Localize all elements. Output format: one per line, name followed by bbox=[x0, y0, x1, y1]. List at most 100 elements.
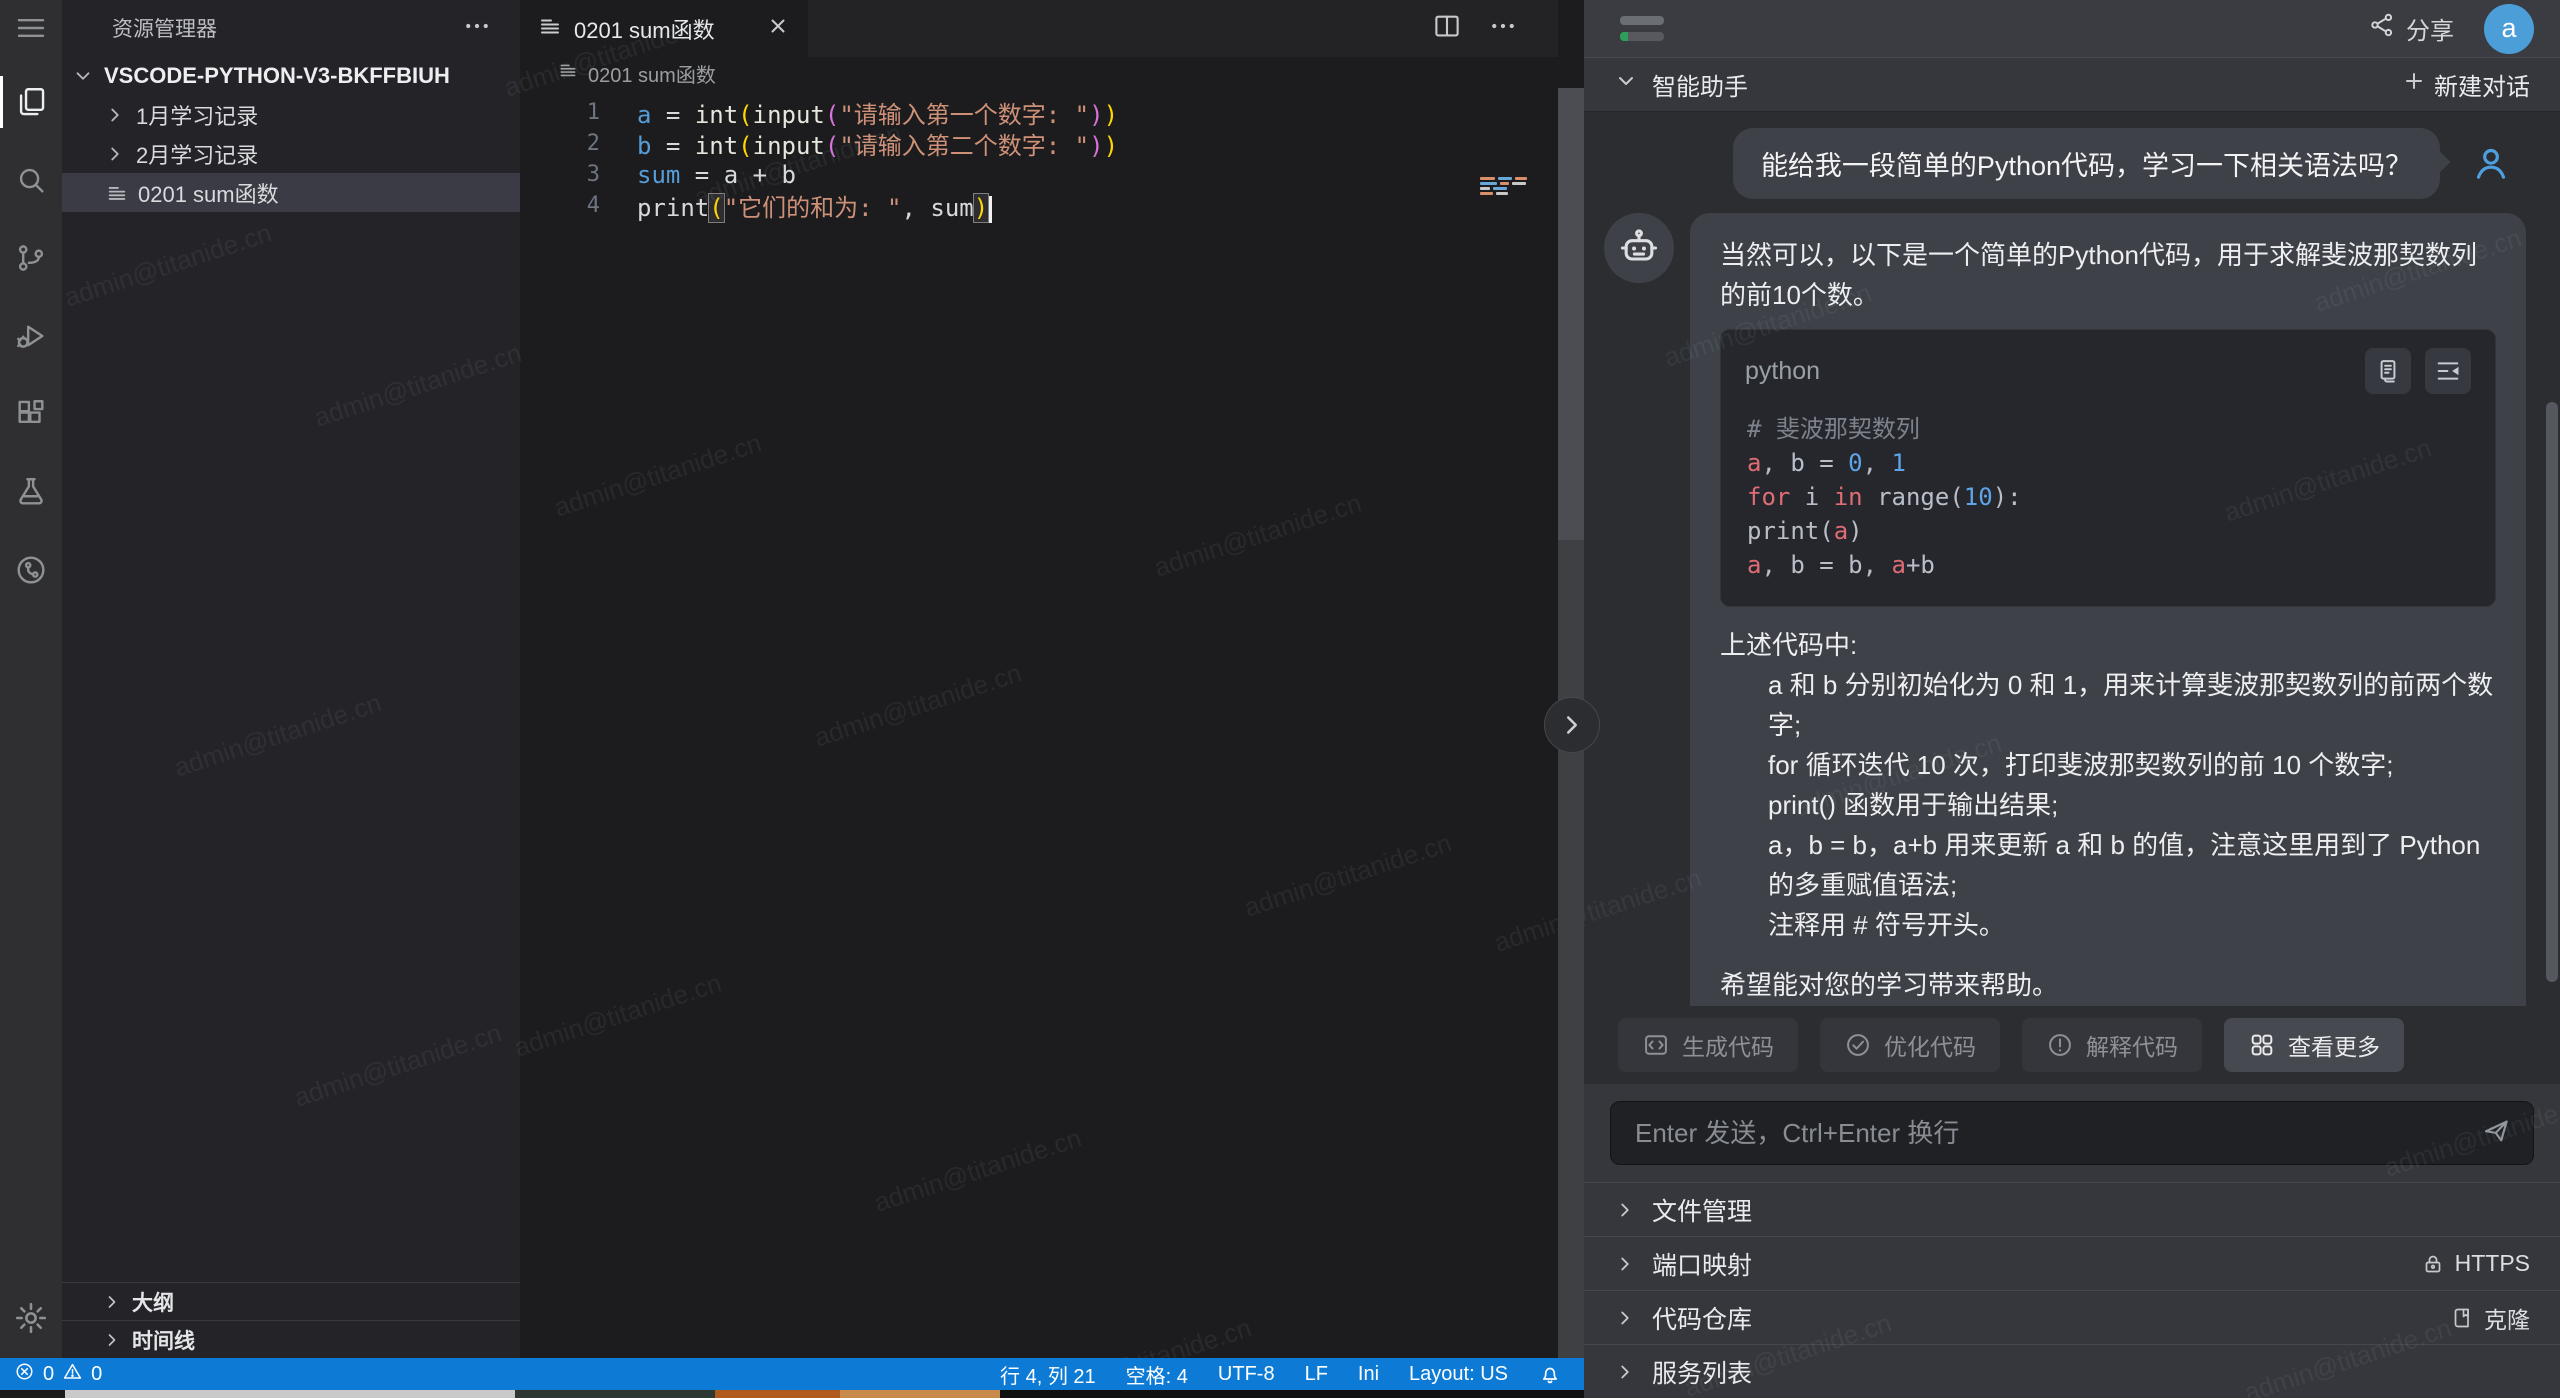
send-icon[interactable] bbox=[2481, 1116, 2511, 1146]
code-line-1[interactable]: 1a = int(input("请输入第一个数字: ")) bbox=[520, 97, 1558, 128]
page-scrollbar[interactable] bbox=[2546, 402, 2558, 982]
activity-menu-button[interactable] bbox=[0, 0, 62, 56]
breadcrumb-label: 0201 sum函数 bbox=[588, 59, 716, 88]
action-button-生成代码[interactable]: 生成代码 bbox=[1618, 1018, 1798, 1072]
assistant-intro: 当然可以，以下是一个简单的Python代码，用于求解斐波那契数列的前10个数。 bbox=[1720, 235, 2496, 315]
problems-indicator[interactable]: 0 0 bbox=[14, 1361, 102, 1388]
sidebar-section-大纲[interactable]: 大纲 bbox=[62, 1282, 520, 1320]
activity-remote-button[interactable] bbox=[0, 538, 62, 602]
user-message-row: 能给我一段简单的Python代码，学习一下相关语法吗？ bbox=[1604, 128, 2526, 199]
sidebar-section-label: 大纲 bbox=[132, 1287, 174, 1317]
chevron-right-icon bbox=[1614, 1253, 1636, 1275]
tree-item-1月学习记录[interactable]: 1月学习记录 bbox=[62, 95, 520, 134]
strip-segment bbox=[1000, 1390, 1584, 1398]
activity-search-button[interactable] bbox=[0, 148, 62, 212]
plus-icon bbox=[2402, 69, 2426, 100]
action-button-label: 生成代码 bbox=[1682, 1028, 1774, 1062]
status-item[interactable]: LF bbox=[1305, 1363, 1328, 1386]
tab-0201-sum[interactable]: 0201 sum函数 bbox=[520, 0, 808, 57]
tree-item-2月学习记录[interactable]: 2月学习记录 bbox=[62, 134, 520, 173]
source-control-icon bbox=[14, 241, 48, 275]
section-extra-克隆[interactable]: 克隆 bbox=[2450, 1301, 2530, 1335]
action-button-解释代码[interactable]: 解释代码 bbox=[2022, 1018, 2202, 1072]
activity-explorer-button[interactable] bbox=[0, 70, 62, 134]
plus-icon bbox=[2402, 69, 2426, 93]
minimap[interactable] bbox=[1480, 177, 1534, 199]
menu-icon bbox=[14, 11, 48, 45]
chat-input-box[interactable] bbox=[1610, 1101, 2534, 1165]
activity-source-control-button[interactable] bbox=[0, 226, 62, 290]
tab-strip-actions bbox=[1432, 0, 1518, 57]
assistant-message-bubble: 当然可以，以下是一个简单的Python代码，用于求解斐波那契数列的前10个数。 … bbox=[1690, 213, 2526, 1006]
sidebar-section-label: 时间线 bbox=[132, 1325, 195, 1355]
code-editor[interactable]: 1a = int(input("请输入第一个数字: "))2b = int(in… bbox=[520, 89, 1558, 221]
send-icon[interactable] bbox=[2481, 1116, 2511, 1151]
chevron-down-icon bbox=[1614, 69, 1638, 93]
explanation-item: a 和 b 分别初始化为 0 和 1，用来计算斐波那契数列的前两个数字; bbox=[1720, 665, 2496, 745]
sidebar-section-时间线[interactable]: 时间线 bbox=[62, 1320, 520, 1358]
insert-button[interactable] bbox=[2425, 348, 2471, 394]
share-button[interactable]: 分享 bbox=[2368, 11, 2454, 46]
status-right: 行 4, 列 21 空格: 4 UTF-8 LF Ini Layout: US bbox=[1000, 1360, 1584, 1389]
code-language-label: python bbox=[1745, 351, 1820, 391]
extensions-icon bbox=[14, 397, 48, 431]
panel-section-代码仓库[interactable]: 代码仓库克隆 bbox=[1584, 1290, 2560, 1344]
status-item[interactable]: Layout: US bbox=[1409, 1363, 1508, 1386]
code-line-3[interactable]: 3sum = a + b bbox=[520, 159, 1558, 190]
copy-button[interactable] bbox=[2365, 348, 2411, 394]
bell-icon[interactable] bbox=[1538, 1362, 1562, 1386]
activity-run-debug-button[interactable] bbox=[0, 304, 62, 368]
chevron-down-icon bbox=[1614, 69, 1638, 100]
panel-top-bar: 分享 a bbox=[1584, 0, 2560, 57]
activity-extensions-button[interactable] bbox=[0, 382, 62, 446]
status-item[interactable]: 行 4, 列 21 bbox=[1000, 1360, 1096, 1389]
explorer-more-button[interactable] bbox=[462, 11, 492, 46]
assistant-header[interactable]: 智能助手 新建对话 bbox=[1584, 57, 2560, 112]
section-extra-HTTPS[interactable]: HTTPS bbox=[2421, 1250, 2530, 1277]
scrollbar-thumb[interactable] bbox=[1558, 88, 1584, 540]
status-item[interactable]: 空格: 4 bbox=[1126, 1360, 1188, 1389]
tree-item-0201 sum函数[interactable]: 0201 sum函数 bbox=[62, 173, 520, 212]
list-icon bbox=[106, 182, 128, 204]
code-lines: 1a = int(input("请输入第一个数字: "))2b = int(in… bbox=[520, 97, 1558, 221]
activity-settings-button[interactable] bbox=[0, 1290, 62, 1346]
explanation-item: 注释用 # 符号开头。 bbox=[1720, 905, 2496, 945]
user-avatar bbox=[2456, 128, 2526, 198]
line-number: 4 bbox=[520, 193, 637, 218]
explanation: 上述代码中: a 和 b 分别初始化为 0 和 1，用来计算斐波那契数列的前两个… bbox=[1720, 625, 2496, 945]
explorer-title: 资源管理器 bbox=[112, 13, 217, 43]
activity-items bbox=[0, 0, 62, 602]
status-item[interactable]: Ini bbox=[1358, 1363, 1379, 1386]
avatar[interactable]: a bbox=[2484, 4, 2534, 54]
code-line-2[interactable]: 2b = int(input("请输入第二个数字: ")) bbox=[520, 128, 1558, 159]
panel-section-端口映射[interactable]: 端口映射HTTPS bbox=[1584, 1236, 2560, 1290]
more-actions-icon[interactable] bbox=[1488, 11, 1518, 46]
panel-expand-button[interactable] bbox=[1544, 697, 1600, 753]
code-icon bbox=[1642, 1031, 1670, 1059]
split-editor-icon[interactable] bbox=[1432, 11, 1462, 46]
action-button-优化代码[interactable]: 优化代码 bbox=[1820, 1018, 2000, 1072]
list-icon bbox=[558, 60, 578, 86]
activity-test-button[interactable] bbox=[0, 460, 62, 524]
panel-section-文件管理[interactable]: 文件管理 bbox=[1584, 1182, 2560, 1236]
chat-input[interactable] bbox=[1633, 1117, 2481, 1150]
strip-segment bbox=[715, 1390, 840, 1398]
chat-code-lines: # 斐波那契数列a, b = 0, 1for i in range(10): p… bbox=[1721, 400, 2495, 606]
tree-item-label: 0201 sum函数 bbox=[138, 177, 279, 209]
status-item[interactable]: UTF-8 bbox=[1218, 1363, 1275, 1386]
code-text: sum = a + b bbox=[637, 161, 796, 189]
new-chat-button[interactable]: 新建对话 bbox=[2402, 67, 2530, 102]
menu-handle-icon[interactable] bbox=[1620, 16, 1664, 41]
code-line-4[interactable]: 4print("它们的和为: ", sum) bbox=[520, 190, 1558, 221]
tree-root-folder[interactable]: VSCODE-PYTHON-V3-BKFFBIUH bbox=[62, 56, 520, 95]
tree-item-label: 1月学习记录 bbox=[136, 99, 258, 131]
chevron-right-icon bbox=[104, 104, 126, 126]
warning-icon bbox=[62, 1361, 83, 1388]
panel-sections: 文件管理端口映射HTTPS代码仓库克隆服务列表 bbox=[1584, 1182, 2560, 1398]
breadcrumb[interactable]: 0201 sum函数 bbox=[520, 57, 1558, 89]
panel-section-服务列表[interactable]: 服务列表 bbox=[1584, 1344, 2560, 1398]
action-button-查看更多[interactable]: 查看更多 bbox=[2224, 1018, 2404, 1072]
taskbar-edge-strip bbox=[0, 1390, 1584, 1398]
close-icon[interactable] bbox=[766, 14, 790, 44]
chevron-right-icon bbox=[1557, 710, 1587, 740]
